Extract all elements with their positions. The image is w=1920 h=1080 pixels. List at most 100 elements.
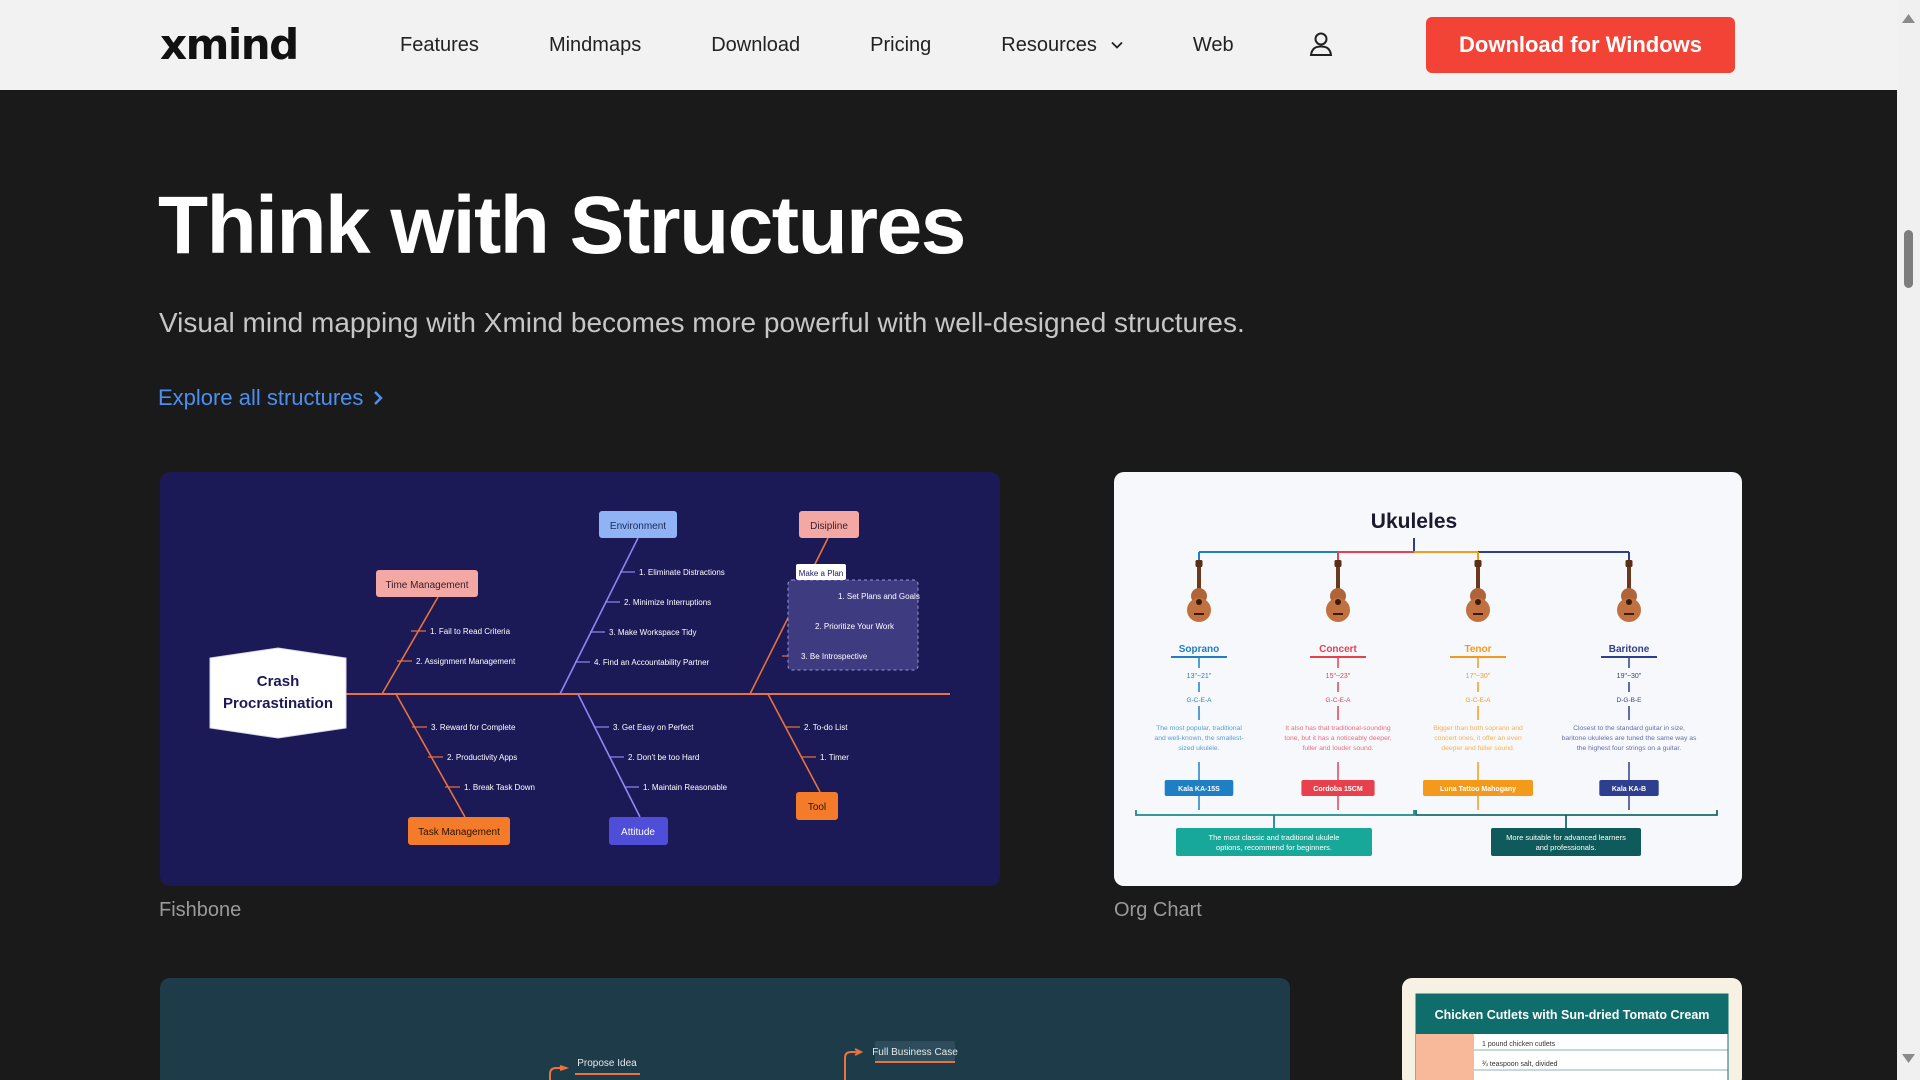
- org-chart-structure-card[interactable]: Ukuleles Soprano 13"~21" G-C-E-A The most p…: [1114, 472, 1742, 886]
- head-line-1: Crash: [257, 673, 300, 690]
- ukulele-icon: [1326, 560, 1350, 622]
- ukulele-icon: [1617, 560, 1641, 622]
- category-task: Task Management: [418, 827, 500, 838]
- ukulele-description: deeper and fuller sound.: [1441, 745, 1514, 752]
- ukulele-description: It also has that traditional-sounding: [1285, 725, 1391, 732]
- explore-structures-link[interactable]: Explore all structures: [158, 383, 384, 413]
- org-chart-diagram: Ukuleles Soprano 13"~21" G-C-E-A The most p…: [1135, 510, 1718, 856]
- ukulele-size: 15"~23": [1326, 673, 1351, 680]
- nav-link-features[interactable]: Features: [400, 34, 479, 57]
- ukulele-description: Closest to the standard guitar in size,: [1573, 725, 1685, 732]
- make-plan-label: Make a Plan: [799, 569, 843, 578]
- ukulele-description: sized ukulele.: [1178, 745, 1219, 752]
- ukulele-size: 17"~30": [1466, 673, 1491, 680]
- nav-links: Features Mindmaps Download Pricing Resou…: [400, 0, 1304, 90]
- ukulele-name: Tenor: [1464, 644, 1491, 655]
- ukulele-description: and well-known, the smallest-: [1154, 735, 1243, 742]
- fishbone-diagram: Make a Plan Crash Procrastination Time M…: [209, 511, 950, 845]
- ukulele-tuning: D-G-B-E: [1617, 697, 1643, 704]
- group-advanced-line-2: and professionals.: [1536, 843, 1597, 852]
- ukulele-tuning: G-C-E-A: [1466, 697, 1492, 704]
- tree-structure-card[interactable]: Propose Idea Full Business Case: [160, 978, 1290, 1080]
- nav-link-web[interactable]: Web: [1193, 34, 1234, 57]
- ukulele-tuning: G-C-E-A: [1187, 697, 1213, 704]
- item-task-3: 1. Break Task Down: [464, 783, 535, 792]
- item-discipline-1: 1. Set Plans and Goals: [838, 592, 920, 601]
- fishbone-structure-card[interactable]: Make a Plan Crash Procrastination Time M…: [160, 472, 1000, 886]
- tree-node-full-business-case: Full Business Case: [872, 1047, 958, 1058]
- page-title: Think with Structures: [158, 180, 966, 271]
- nav-link-mindmaps[interactable]: Mindmaps: [549, 34, 641, 57]
- ukulele-name: Soprano: [1179, 644, 1220, 655]
- group-classic-line-2: options, recommend for beginners.: [1216, 843, 1332, 852]
- item-tool-1: 2. To-do List: [804, 723, 848, 732]
- category-tool: Tool: [808, 802, 826, 813]
- scroll-down-arrow-icon[interactable]: [1901, 1053, 1916, 1065]
- fishbone-caption: Fishbone: [159, 899, 242, 921]
- chevron-right-icon: [374, 391, 384, 405]
- ukulele-icon: [1466, 560, 1490, 622]
- category-attitude: Attitude: [621, 827, 655, 838]
- ukulele-description: the highest four strings on a guitar.: [1577, 745, 1681, 752]
- category-time: Time Management: [386, 580, 469, 591]
- ukulele-model: Kala KA-B: [1612, 786, 1646, 793]
- item-task-1: 3. Reward for Complete: [431, 723, 516, 732]
- ukulele-tuning: G-C-E-A: [1326, 697, 1352, 704]
- page-subtitle: Visual mind mapping with Xmind becomes m…: [159, 307, 1245, 338]
- fishbone-head: [209, 647, 347, 739]
- org-column-baritone: Baritone 19"~30" D-G-B-E Closest to the sta…: [1562, 552, 1697, 810]
- user-account-icon[interactable]: [1308, 30, 1334, 58]
- page-scrollbar[interactable]: [1897, 0, 1920, 1080]
- item-task-2: 2. Productivity Apps: [447, 753, 517, 762]
- chevron-down-icon: [1111, 41, 1123, 49]
- ukulele-size: 19"~30": [1617, 673, 1642, 680]
- item-time-1: 1. Fail to Read Criteria: [430, 627, 511, 636]
- item-discipline-2: 2. Prioritize Your Work: [815, 622, 895, 631]
- recipe-table: Chicken Cutlets with Sun-dried Tomato Cr…: [1415, 993, 1729, 1080]
- ukulele-description: The most popular, traditional: [1156, 725, 1242, 732]
- scrollbar-thumb[interactable]: [1904, 230, 1913, 288]
- item-attitude-2: 2. Don't be too Hard: [628, 753, 699, 762]
- tree-node-propose-idea: Propose Idea: [577, 1058, 637, 1069]
- nav-link-pricing[interactable]: Pricing: [870, 34, 931, 57]
- ukulele-model: Kala KA-15S: [1178, 786, 1220, 793]
- nav-link-resources[interactable]: Resources: [1001, 34, 1123, 57]
- item-environment-2: 2. Minimize Interruptions: [624, 598, 711, 607]
- item-environment-4: 4. Find an Accountability Partner: [594, 658, 710, 667]
- ukulele-description: fuller and louder sound.: [1302, 745, 1373, 752]
- org-column-concert: Concert 15"~23" G-C-E-A It also has that tr…: [1284, 552, 1392, 810]
- category-environment: Environment: [610, 521, 666, 532]
- ukulele-model: Luna Tattoo Mahogany: [1440, 786, 1516, 793]
- bone-environment: [559, 537, 639, 695]
- ukulele-description: baritone ukuleles are tuned the same way…: [1562, 735, 1697, 742]
- bone-time: [381, 596, 439, 695]
- head-line-2: Procrastination: [223, 695, 333, 712]
- ukulele-name: Concert: [1319, 644, 1357, 655]
- item-environment-3: 3. Make Workspace Tidy: [609, 628, 696, 637]
- org-column-tenor: Tenor 17"~30" G-C-E-A Bigger than both sopr…: [1423, 552, 1533, 810]
- ukulele-size: 13"~21": [1187, 673, 1212, 680]
- tree-diagram: Propose Idea Full Business Case: [549, 1041, 958, 1080]
- item-tool-2: 1. Timer: [820, 753, 849, 762]
- ukulele-model: Cordoba 15CM: [1313, 786, 1363, 793]
- scroll-up-arrow-icon[interactable]: [1901, 12, 1916, 24]
- top-nav: xmind Features Mindmaps Download Pricing…: [0, 0, 1897, 90]
- item-time-2: 2. Assignment Management: [416, 657, 516, 666]
- download-for-windows-button[interactable]: Download for Windows: [1426, 17, 1735, 73]
- recipe-row-2: ¾ teaspoon salt, divided: [1482, 1061, 1558, 1068]
- xmind-logo[interactable]: xmind: [160, 20, 299, 70]
- recipe-row-1: 1 pound chicken cutlets: [1482, 1041, 1556, 1048]
- ukulele-description: tone, but it has a noticeably deeper,: [1284, 735, 1391, 742]
- environment-ticks: [575, 571, 635, 663]
- bone-tool: [767, 693, 821, 793]
- category-discipline: Disipline: [810, 521, 848, 532]
- ukulele-description: concert ones, it offer an even: [1434, 735, 1522, 742]
- group-classic-line-1: The most classic and traditional ukulele: [1209, 833, 1340, 842]
- nav-link-download[interactable]: Download: [711, 34, 800, 57]
- org-title: Ukuleles: [1371, 510, 1457, 533]
- ukulele-name: Baritone: [1609, 644, 1650, 655]
- recipe-matrix-card[interactable]: Chicken Cutlets with Sun-dried Tomato Cr…: [1402, 978, 1742, 1080]
- recipe-title: Chicken Cutlets with Sun-dried Tomato Cr…: [1435, 1008, 1710, 1022]
- item-attitude-1: 3. Get Easy on Perfect: [613, 723, 694, 732]
- item-discipline-3: 3. Be Introspective: [801, 652, 868, 661]
